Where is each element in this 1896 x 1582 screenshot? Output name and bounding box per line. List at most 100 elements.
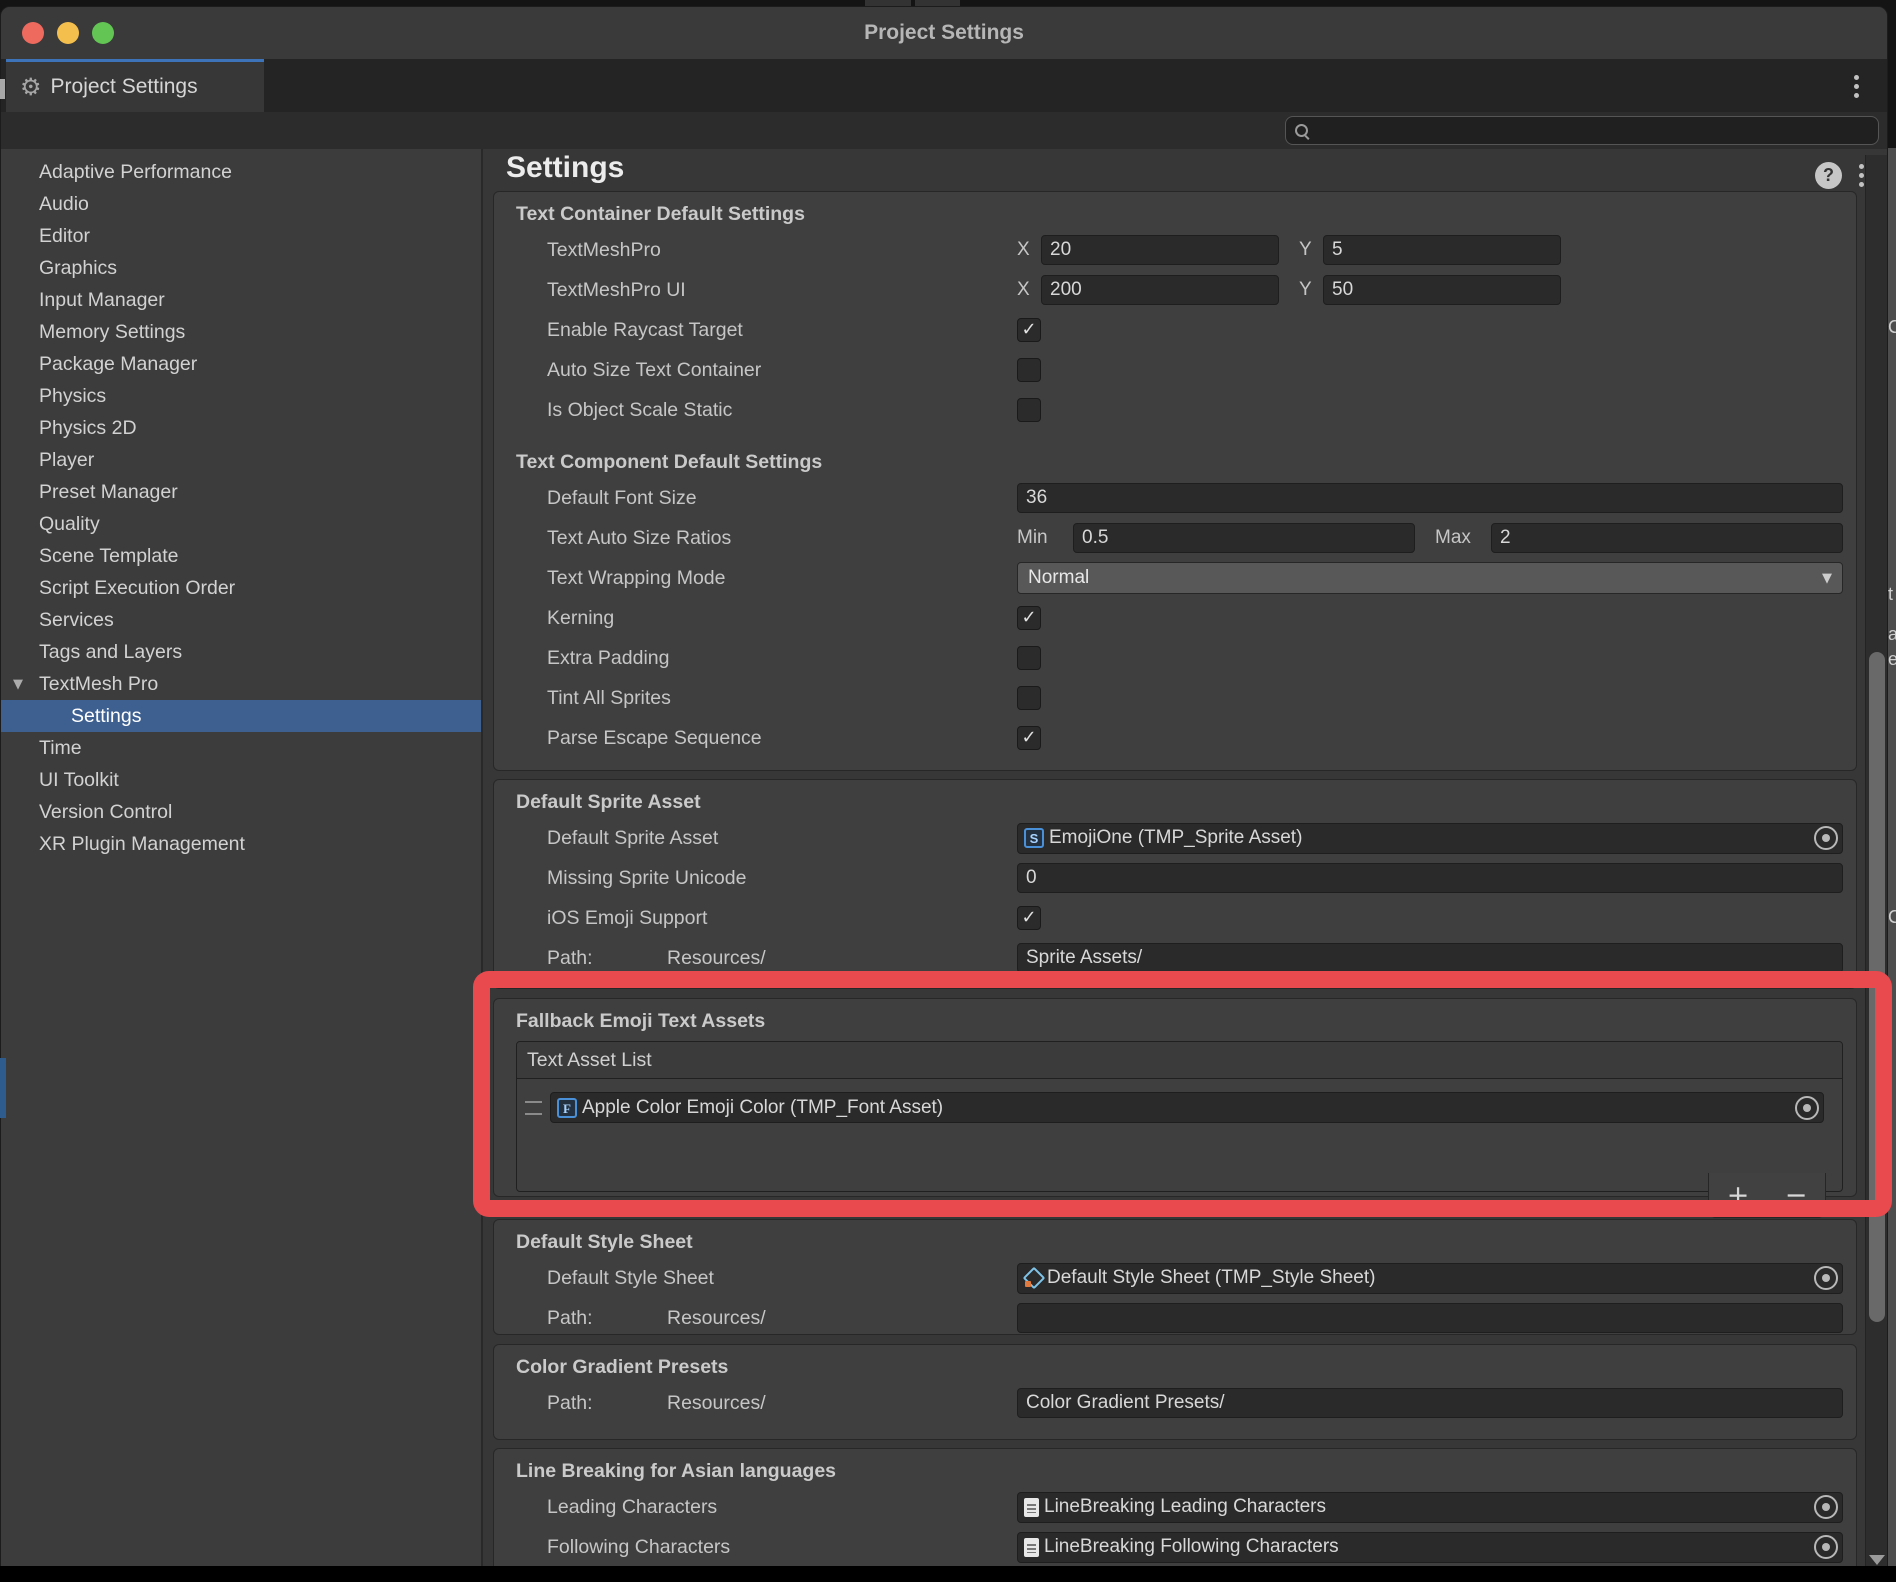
sidebar-item-memory-settings[interactable]: Memory Settings — [1, 316, 481, 348]
following-characters-object-field[interactable]: LineBreaking Following Characters — [1017, 1532, 1843, 1563]
sidebar-item-settings-selected[interactable]: Settings — [1, 700, 481, 732]
field-label: iOS Emoji Support — [547, 907, 1017, 930]
x-axis-label: X — [1017, 279, 1041, 301]
search-box[interactable] — [1285, 116, 1879, 145]
sidebar-item-physics[interactable]: Physics — [1, 380, 481, 412]
section-title: Line Breaking for Asian languages — [516, 1455, 1843, 1487]
sidebar-item-script-execution-order[interactable]: Script Execution Order — [1, 572, 481, 604]
textmeshpro-y-input[interactable] — [1323, 235, 1561, 265]
enable-raycast-checkbox[interactable] — [1017, 318, 1041, 342]
extra-padding-checkbox[interactable] — [1017, 646, 1041, 670]
section-color-gradient-presets: Color Gradient Presets Path: Resources/ — [493, 1344, 1857, 1440]
object-scale-static-checkbox[interactable] — [1017, 398, 1041, 422]
search-input[interactable] — [1316, 120, 1870, 142]
field-label: Text Wrapping Mode — [547, 567, 1017, 590]
text-asset-list-header[interactable]: Text Asset List — [517, 1042, 1842, 1079]
default-sprite-asset-object-field[interactable]: S EmojiOne (TMP_Sprite Asset) — [1017, 823, 1843, 854]
style-sheet-asset-icon — [1024, 1269, 1042, 1287]
sidebar-item-player[interactable]: Player — [1, 444, 481, 476]
field-label: Default Style Sheet — [547, 1267, 1017, 1290]
sidebar-item-version-control[interactable]: Version Control — [1, 796, 481, 828]
row-style-sheet-path: Path: Resources/ — [516, 1298, 1843, 1338]
object-picker-icon[interactable] — [1814, 1495, 1838, 1519]
row-textmeshpro-ui-size: TextMeshPro UI X Y — [516, 270, 1843, 310]
x-axis-label: X — [1017, 239, 1041, 261]
help-icon[interactable]: ? — [1815, 162, 1842, 189]
field-label: Path: Resources/ — [547, 947, 1017, 970]
sidebar-item-package-manager[interactable]: Package Manager — [1, 348, 481, 380]
sidebar-item-time[interactable]: Time — [1, 732, 481, 764]
sidebar-item-preset-manager[interactable]: Preset Manager — [1, 476, 481, 508]
sidebar-item-textmesh-pro[interactable]: ▼TextMesh Pro — [1, 668, 481, 700]
add-item-button[interactable]: + — [1727, 1182, 1750, 1209]
kerning-checkbox[interactable] — [1017, 606, 1041, 630]
row-auto-size-text-container: Auto Size Text Container — [516, 350, 1843, 390]
sidebar-item-services[interactable]: Services — [1, 604, 481, 636]
scrollbar-thumb[interactable] — [1869, 652, 1885, 1322]
object-picker-icon[interactable] — [1795, 1096, 1819, 1120]
default-font-size-input[interactable] — [1017, 483, 1843, 513]
object-picker-icon[interactable] — [1814, 1266, 1838, 1290]
search-icon — [1294, 123, 1310, 139]
textmeshpro-ui-y-input[interactable] — [1323, 275, 1561, 305]
background-window-edge — [0, 79, 5, 99]
textmeshpro-x-input[interactable] — [1041, 235, 1279, 265]
tab-project-settings[interactable]: ⚙ Project Settings — [6, 59, 264, 112]
sidebar-item-xr-plugin-management[interactable]: XR Plugin Management — [1, 828, 481, 860]
sidebar-item-editor[interactable]: Editor — [1, 220, 481, 252]
scrollbar-down-arrow-icon[interactable] — [1869, 1555, 1885, 1565]
settings-panel: Settings ? Text Container Default Settin… — [483, 149, 1888, 1582]
style-sheet-path-input[interactable] — [1017, 1303, 1843, 1333]
sidebar-item-graphics[interactable]: Graphics — [1, 252, 481, 284]
leading-characters-object-field[interactable]: LineBreaking Leading Characters — [1017, 1492, 1843, 1523]
auto-size-min-input[interactable] — [1073, 523, 1415, 553]
parse-escape-checkbox[interactable] — [1017, 726, 1041, 750]
object-picker-icon[interactable] — [1814, 1535, 1838, 1559]
row-is-object-scale-static: Is Object Scale Static — [516, 390, 1843, 430]
fallback-font-asset-object-field[interactable]: F Apple Color Emoji Color (TMP_Font Asse… — [550, 1092, 1824, 1123]
tab-label: Project Settings — [51, 75, 198, 99]
vertical-scrollbar[interactable] — [1865, 155, 1888, 1579]
panel-kebab-menu-icon[interactable] — [1859, 164, 1864, 187]
tint-all-sprites-checkbox[interactable] — [1017, 686, 1041, 710]
default-style-sheet-object-field[interactable]: Default Style Sheet (TMP_Style Sheet) — [1017, 1263, 1843, 1294]
row-enable-raycast-target: Enable Raycast Target — [516, 310, 1843, 350]
sidebar-item-input-manager[interactable]: Input Manager — [1, 284, 481, 316]
sidebar-item-quality[interactable]: Quality — [1, 508, 481, 540]
object-picker-icon[interactable] — [1814, 826, 1838, 850]
sidebar-item-tags-and-layers[interactable]: Tags and Layers — [1, 636, 481, 668]
gradient-presets-path-input[interactable] — [1017, 1388, 1843, 1418]
section-default-sprite-asset: Default Sprite Asset Default Sprite Asse… — [493, 779, 1857, 989]
sidebar-item-physics-2d[interactable]: Physics 2D — [1, 412, 481, 444]
remove-item-button[interactable]: − — [1785, 1182, 1808, 1209]
field-label: Auto Size Text Container — [547, 359, 1017, 382]
missing-sprite-unicode-input[interactable] — [1017, 863, 1843, 893]
drag-handle-icon[interactable] — [525, 1101, 542, 1115]
sidebar-item-ui-toolkit[interactable]: UI Toolkit — [1, 764, 481, 796]
section-title: Default Style Sheet — [516, 1226, 1843, 1258]
ios-emoji-support-checkbox[interactable] — [1017, 906, 1041, 930]
field-label: Text Auto Size Ratios — [547, 527, 1017, 550]
sidebar-item-audio[interactable]: Audio — [1, 188, 481, 220]
sidebar-item-scene-template[interactable]: Scene Template — [1, 540, 481, 572]
text-asset-list-item[interactable]: F Apple Color Emoji Color (TMP_Font Asse… — [517, 1079, 1842, 1130]
sidebar-item-adaptive-performance[interactable]: Adaptive Performance — [1, 156, 481, 188]
tab-bar-kebab-menu-icon[interactable] — [1854, 75, 1859, 98]
row-kerning: Kerning — [516, 598, 1843, 638]
min-label: Min — [1017, 527, 1073, 549]
text-asset-icon — [1024, 1498, 1039, 1517]
text-wrapping-mode-dropdown[interactable]: Normal ▼ — [1017, 562, 1843, 594]
title-bar[interactable]: Project Settings — [1, 7, 1887, 60]
background-window-sliver: C t a e C — [1888, 148, 1896, 1566]
field-label: Leading Characters — [547, 1496, 1017, 1519]
window-title: Project Settings — [1, 7, 1887, 59]
row-extra-padding: Extra Padding — [516, 638, 1843, 678]
sprite-asset-path-input[interactable] — [1017, 943, 1843, 973]
row-text-auto-size-ratios: Text Auto Size Ratios Min Max — [516, 518, 1843, 558]
auto-size-max-input[interactable] — [1491, 523, 1843, 553]
auto-size-checkbox[interactable] — [1017, 358, 1041, 382]
textmeshpro-ui-x-input[interactable] — [1041, 275, 1279, 305]
disclosure-triangle-icon[interactable]: ▼ — [13, 678, 23, 691]
field-label: TextMeshPro — [547, 239, 1017, 262]
row-gradient-path: Path: Resources/ — [516, 1383, 1843, 1423]
